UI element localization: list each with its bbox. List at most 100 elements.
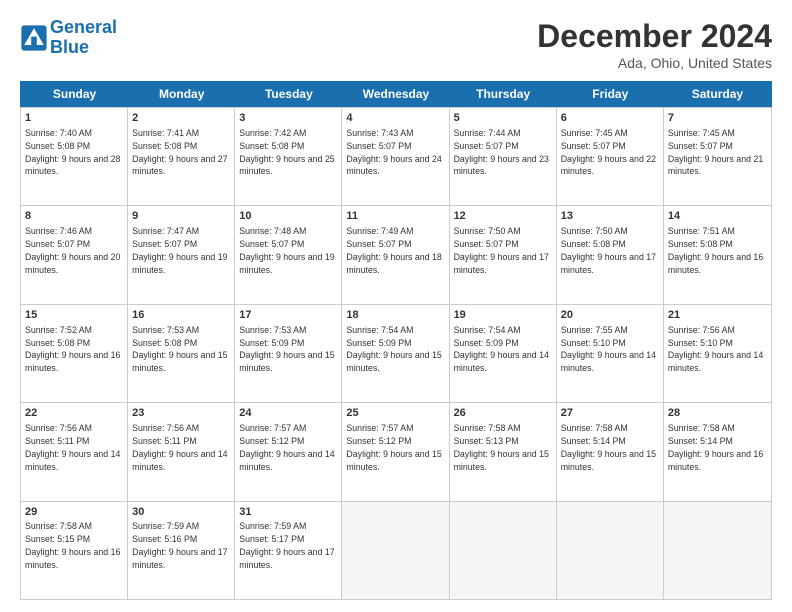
calendar-day: 21 Sunrise: 7:56 AM Sunset: 5:10 PM Dayli…	[664, 305, 771, 402]
day-number: 28	[668, 406, 767, 421]
day-number: 2	[132, 111, 230, 126]
cell-info: Sunrise: 7:45 AM Sunset: 5:07 PM Dayligh…	[668, 128, 763, 177]
logo-text: General Blue	[50, 18, 117, 58]
calendar-day: 10Sunrise: 7:48 AM Sunset: 5:07 PM Dayli…	[235, 206, 342, 303]
weekday-header: Sunday	[21, 82, 128, 106]
cell-info: Sunrise: 7:58 AM Sunset: 5:14 PM Dayligh…	[668, 423, 763, 472]
calendar-day: 16 Sunrise: 7:53 AM Sunset: 5:08 PM Dayli…	[128, 305, 235, 402]
day-number: 20	[561, 308, 659, 323]
day-number: 3	[239, 111, 337, 126]
weekday-header: Saturday	[664, 82, 771, 106]
calendar-day: 4 Sunrise: 7:43 AM Sunset: 5:07 PM Daylig…	[342, 108, 449, 205]
cell-info: Sunrise: 7:56 AM Sunset: 5:11 PM Dayligh…	[25, 423, 120, 472]
day-number: 29	[25, 505, 123, 520]
day-number: 22	[25, 406, 123, 421]
cell-info: Sunrise: 7:47 AM Sunset: 5:07 PM Dayligh…	[132, 226, 227, 275]
calendar-day: 7 Sunrise: 7:45 AM Sunset: 5:07 PM Daylig…	[664, 108, 771, 205]
cell-info: Sunrise: 7:50 AM Sunset: 5:07 PM Dayligh…	[454, 226, 549, 275]
day-number: 30	[132, 505, 230, 520]
logo: General Blue	[20, 18, 117, 58]
calendar-body: 1 Sunrise: 7:40 AM Sunset: 5:08 PM Daylig…	[20, 107, 772, 600]
calendar-day: 20 Sunrise: 7:55 AM Sunset: 5:10 PM Dayli…	[557, 305, 664, 402]
day-number: 23	[132, 406, 230, 421]
cell-info: Sunrise: 7:57 AM Sunset: 5:12 PM Dayligh…	[346, 423, 441, 472]
empty-cell	[450, 502, 557, 599]
day-number: 1	[25, 111, 123, 126]
calendar-day: 31Sunrise: 7:59 AM Sunset: 5:17 PM Dayli…	[235, 502, 342, 599]
day-number: 19	[454, 308, 552, 323]
calendar-week: 15Sunrise: 7:52 AM Sunset: 5:08 PM Dayli…	[21, 304, 771, 402]
calendar-day: 6 Sunrise: 7:45 AM Sunset: 5:07 PM Daylig…	[557, 108, 664, 205]
calendar-week: 8 Sunrise: 7:46 AM Sunset: 5:07 PM Daylig…	[21, 205, 771, 303]
day-number: 27	[561, 406, 659, 421]
calendar-day: 1 Sunrise: 7:40 AM Sunset: 5:08 PM Daylig…	[21, 108, 128, 205]
calendar-day: 23Sunrise: 7:56 AM Sunset: 5:11 PM Dayli…	[128, 403, 235, 500]
day-number: 11	[346, 209, 444, 224]
calendar-day: 12 Sunrise: 7:50 AM Sunset: 5:07 PM Dayli…	[450, 206, 557, 303]
cell-info: Sunrise: 7:45 AM Sunset: 5:07 PM Dayligh…	[561, 128, 656, 177]
calendar-day: 18Sunrise: 7:54 AM Sunset: 5:09 PM Dayli…	[342, 305, 449, 402]
weekday-header: Thursday	[450, 82, 557, 106]
cell-info: Sunrise: 7:40 AM Sunset: 5:08 PM Dayligh…	[25, 128, 120, 177]
cell-info: Sunrise: 7:51 AM Sunset: 5:08 PM Dayligh…	[668, 226, 763, 275]
day-number: 8	[25, 209, 123, 224]
calendar-day: 17 Sunrise: 7:53 AM Sunset: 5:09 PM Dayli…	[235, 305, 342, 402]
calendar-day: 15Sunrise: 7:52 AM Sunset: 5:08 PM Dayli…	[21, 305, 128, 402]
calendar-header: SundayMondayTuesdayWednesdayThursdayFrid…	[20, 81, 772, 107]
cell-info: Sunrise: 7:49 AM Sunset: 5:07 PM Dayligh…	[346, 226, 441, 275]
calendar-day: 9 Sunrise: 7:47 AM Sunset: 5:07 PM Daylig…	[128, 206, 235, 303]
weekday-header: Tuesday	[235, 82, 342, 106]
calendar-day: 14 Sunrise: 7:51 AM Sunset: 5:08 PM Dayli…	[664, 206, 771, 303]
calendar-week: 29Sunrise: 7:58 AM Sunset: 5:15 PM Dayli…	[21, 501, 771, 599]
cell-info: Sunrise: 7:54 AM Sunset: 5:09 PM Dayligh…	[346, 325, 441, 374]
empty-cell	[557, 502, 664, 599]
day-number: 16	[132, 308, 230, 323]
cell-info: Sunrise: 7:55 AM Sunset: 5:10 PM Dayligh…	[561, 325, 656, 374]
title-block: December 2024 Ada, Ohio, United States	[537, 18, 772, 71]
day-number: 6	[561, 111, 659, 126]
month-title: December 2024	[537, 18, 772, 55]
day-number: 17	[239, 308, 337, 323]
cell-info: Sunrise: 7:56 AM Sunset: 5:10 PM Dayligh…	[668, 325, 763, 374]
day-number: 14	[668, 209, 767, 224]
cell-info: Sunrise: 7:53 AM Sunset: 5:08 PM Dayligh…	[132, 325, 227, 374]
day-number: 5	[454, 111, 552, 126]
page: General Blue December 2024 Ada, Ohio, Un…	[0, 0, 792, 612]
empty-cell	[342, 502, 449, 599]
cell-info: Sunrise: 7:58 AM Sunset: 5:15 PM Dayligh…	[25, 521, 120, 570]
cell-info: Sunrise: 7:53 AM Sunset: 5:09 PM Dayligh…	[239, 325, 334, 374]
calendar: SundayMondayTuesdayWednesdayThursdayFrid…	[20, 81, 772, 600]
day-number: 12	[454, 209, 552, 224]
calendar-day: 27Sunrise: 7:58 AM Sunset: 5:14 PM Dayli…	[557, 403, 664, 500]
location: Ada, Ohio, United States	[537, 55, 772, 71]
day-number: 9	[132, 209, 230, 224]
day-number: 21	[668, 308, 767, 323]
day-number: 4	[346, 111, 444, 126]
weekday-header: Monday	[128, 82, 235, 106]
cell-info: Sunrise: 7:57 AM Sunset: 5:12 PM Dayligh…	[239, 423, 334, 472]
day-number: 7	[668, 111, 767, 126]
calendar-day: 29Sunrise: 7:58 AM Sunset: 5:15 PM Dayli…	[21, 502, 128, 599]
weekday-header: Wednesday	[342, 82, 449, 106]
calendar-day: 25 Sunrise: 7:57 AM Sunset: 5:12 PM Dayli…	[342, 403, 449, 500]
day-number: 31	[239, 505, 337, 520]
calendar-day: 11 Sunrise: 7:49 AM Sunset: 5:07 PM Dayli…	[342, 206, 449, 303]
calendar-day: 13 Sunrise: 7:50 AM Sunset: 5:08 PM Dayli…	[557, 206, 664, 303]
cell-info: Sunrise: 7:44 AM Sunset: 5:07 PM Dayligh…	[454, 128, 549, 177]
cell-info: Sunrise: 7:52 AM Sunset: 5:08 PM Dayligh…	[25, 325, 120, 374]
calendar-day: 19 Sunrise: 7:54 AM Sunset: 5:09 PM Dayli…	[450, 305, 557, 402]
calendar-day: 24 Sunrise: 7:57 AM Sunset: 5:12 PM Dayli…	[235, 403, 342, 500]
weekday-header: Friday	[557, 82, 664, 106]
cell-info: Sunrise: 7:42 AM Sunset: 5:08 PM Dayligh…	[239, 128, 334, 177]
day-number: 13	[561, 209, 659, 224]
cell-info: Sunrise: 7:41 AM Sunset: 5:08 PM Dayligh…	[132, 128, 227, 177]
day-number: 24	[239, 406, 337, 421]
logo-icon	[20, 24, 48, 52]
day-number: 25	[346, 406, 444, 421]
cell-info: Sunrise: 7:46 AM Sunset: 5:07 PM Dayligh…	[25, 226, 120, 275]
cell-info: Sunrise: 7:50 AM Sunset: 5:08 PM Dayligh…	[561, 226, 656, 275]
cell-info: Sunrise: 7:43 AM Sunset: 5:07 PM Dayligh…	[346, 128, 441, 177]
calendar-day: 30Sunrise: 7:59 AM Sunset: 5:16 PM Dayli…	[128, 502, 235, 599]
cell-info: Sunrise: 7:48 AM Sunset: 5:07 PM Dayligh…	[239, 226, 334, 275]
cell-info: Sunrise: 7:54 AM Sunset: 5:09 PM Dayligh…	[454, 325, 549, 374]
